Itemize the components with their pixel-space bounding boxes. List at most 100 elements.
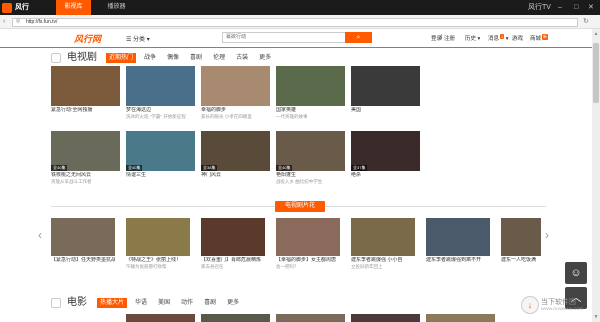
movie-section-title[interactable]: 电影 [67,297,87,309]
movie-tab-more[interactable]: 更多 [224,298,242,308]
movie-tab-action[interactable]: 动作 [178,298,196,308]
movie-poster[interactable] [126,314,195,322]
clip-tile[interactable]: 【幸福的脚步】女主都周唐 会一把吗？ [276,218,340,270]
tv-tab-comedy[interactable]: 喜剧 [187,53,205,63]
tile-title[interactable]: 美国 [351,107,420,114]
tv-tile[interactable]: 全37集 绝杀 [351,131,420,179]
fengxing-logo-icon [2,2,12,13]
search-input[interactable]: 幂欲行动 [222,32,346,43]
poster-image[interactable]: 全40集 [126,131,195,171]
movie-tab-hot[interactable]: 热播大片 [97,298,128,308]
clip-title[interactable]: 【欢喜重门】肖郎危晨精炼 [201,257,265,264]
minimize-icon[interactable]: – [558,2,562,13]
clips-pill[interactable]: 电视剧片花 [275,201,325,212]
scroll-down-icon[interactable]: ▼ [593,313,599,321]
tv-tile[interactable]: 美国 [351,66,420,114]
movie-tab-chinese[interactable]: 华语 [132,298,150,308]
movie-poster[interactable] [276,314,345,322]
clip-title[interactable]: 建东一人吃饭满 [501,257,541,264]
clip-title[interactable]: 《特战之王》张丽上线！ [126,257,190,264]
back-icon[interactable]: ‹ [3,17,5,26]
clip-tile[interactable]: 建东李者跳爆强到离不开 [426,218,490,264]
tv-tile[interactable]: 全40集 情谊三生 [126,131,195,179]
refresh-icon[interactable]: ↻ [583,17,589,26]
clip-tile[interactable]: 《特战之王》张丽上线！ 午睡为张丽愿打败帮 [126,218,190,270]
tv-tile[interactable]: 幸福的脚步 家长的眼光 小孝在四哪里 [201,66,270,120]
clip-image[interactable] [501,218,541,256]
tv-tab-ethics[interactable]: 伦理 [210,53,228,63]
tv-tile[interactable]: 梦在海这边 洗冰的火焰 "学霸" 开始新征程 [126,66,195,120]
movie-tab-comedy[interactable]: 喜剧 [201,298,219,308]
clip-title[interactable]: 【幸福的脚步】女主都周唐 [276,257,340,264]
carousel-next-icon[interactable]: › [545,229,549,241]
poster-image[interactable] [51,66,120,106]
clip-image[interactable] [276,218,340,256]
clip-image[interactable] [351,218,415,256]
tv-tile[interactable]: 全38集 神门风云 [201,131,270,179]
tv-tab-war[interactable]: 战争 [141,53,159,63]
tile-title[interactable]: 神门风云 [201,172,270,179]
tile-title[interactable]: 梦在海这边 [126,107,195,114]
tv-tab-idol[interactable]: 偶像 [164,53,182,63]
tv-tab-costume[interactable]: 古装 [233,53,251,63]
tv-tile[interactable]: 国家英雄 一代英雄的故事 [276,66,345,120]
clip-tile[interactable]: 建东李者跳爆强 小小自 立投旧新年回上 [351,218,415,270]
clip-image[interactable] [126,218,190,256]
games-link[interactable]: 游戏 [512,34,523,42]
tile-title[interactable]: 绝杀 [351,172,420,179]
movie-poster[interactable] [426,314,495,322]
movie-tab-us[interactable]: 美国 [155,298,173,308]
movie-poster[interactable] [351,314,420,322]
clip-tile[interactable]: 【紧急行动】任天野类墨抗战 [51,218,115,264]
tile-title[interactable]: 铁核桃之无间风云 [51,172,120,179]
site-logo[interactable]: 风行网 [74,32,101,45]
history-link[interactable]: 历史 ▾ [465,34,480,42]
clip-title[interactable]: 【紧急行动】任天野类墨抗战 [51,257,115,264]
tile-title[interactable]: 紧急行动:全网独播 [51,107,120,114]
tv-tile[interactable]: 全40集 铁核桃之无间风云 英雄从军战斗工作者 [51,131,120,185]
scrollbar-thumb[interactable] [593,43,599,103]
clip-subtitle: 午睡为张丽愿打败帮 [126,264,167,269]
search-button[interactable]: ⌕ [345,32,372,43]
clip-tile[interactable]: 建东一人吃饭满 [501,218,541,264]
url-input[interactable]: http://fs.fun.tv/ [12,18,578,27]
tab-player[interactable]: 播放器 [99,0,134,15]
clip-tile[interactable]: 【欢喜重门】肖郎危晨精炼 家去县召任 [201,218,265,270]
chat-button[interactable]: ☺ [565,262,587,284]
clip-image[interactable] [51,218,115,256]
tab-library[interactable]: 影视库 [56,0,91,15]
tv-tab-hot[interactable]: 近期热门 [106,53,137,63]
close-icon[interactable]: ✕ [588,2,594,13]
poster-image[interactable]: 全40集 [276,131,345,171]
mall-link[interactable]: 商城新 [530,34,549,42]
poster-image[interactable] [126,66,195,106]
clip-image[interactable] [426,218,490,256]
poster-image[interactable]: 全38集 [201,131,270,171]
register-link[interactable]: 注册 [444,34,455,42]
movie-poster[interactable] [201,314,270,322]
clip-image[interactable] [201,218,265,256]
poster-image[interactable]: 全40集 [51,131,120,171]
tile-title[interactable]: 国家英雄 [276,107,345,114]
maximize-icon[interactable]: □ [574,2,578,13]
poster-image[interactable] [201,66,270,106]
poster-image[interactable] [276,66,345,106]
tv-tile[interactable]: 紧急行动:全网独播 [51,66,120,114]
tile-title[interactable]: 艳阳蓬生 [276,172,345,179]
messages-link[interactable]: 消息 1 ▾ [488,34,509,42]
category-menu[interactable]: ☰ 分类 ▾ [126,34,150,43]
app-logo[interactable]: 风行 [2,2,48,13]
clip-title[interactable]: 建东李者跳爆强 小小自 [351,257,415,264]
tv-tile[interactable]: 全40集 艳阳蓬生 战役入乡 曲比纪中学生 [276,131,345,185]
tv-section-title[interactable]: 电视剧 [67,52,97,64]
tile-title[interactable]: 幸福的脚步 [201,107,270,114]
scroll-up-icon[interactable]: ▲ [593,30,599,38]
vertical-scrollbar[interactable]: ▲ ▼ [592,29,600,322]
tv-tab-more[interactable]: 更多 [256,53,274,63]
carousel-prev-icon[interactable]: ‹ [38,229,42,241]
poster-image[interactable] [351,66,420,106]
poster-image[interactable]: 全37集 [351,131,420,171]
clip-title[interactable]: 建东李者跳爆强到离不开 [426,257,490,264]
category-label: 分类 [133,37,146,43]
tile-title[interactable]: 情谊三生 [126,172,195,179]
